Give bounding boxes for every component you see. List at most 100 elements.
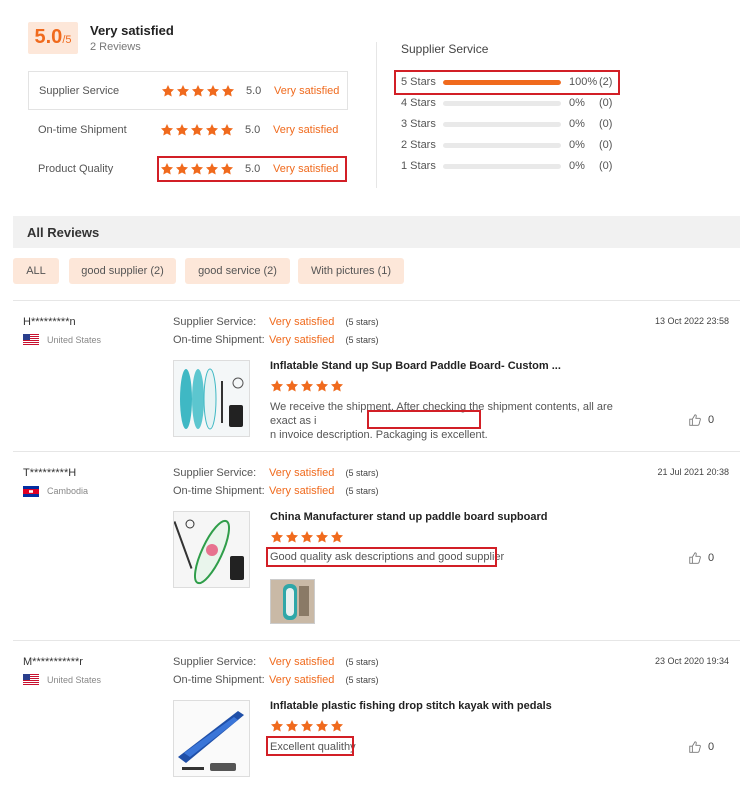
- star-bar-row: 3 Stars 0% (0): [401, 115, 619, 133]
- on-time-shipment-label: On-time Shipment:: [173, 334, 265, 346]
- rating-label: Product Quality: [38, 162, 114, 175]
- star-icon: [175, 162, 189, 176]
- star-icon: [330, 530, 344, 544]
- bar-track: [443, 142, 561, 148]
- filter-tag-label: ALL: [26, 265, 46, 277]
- thumbs-up-icon: [688, 551, 702, 565]
- filter-tag-label: good supplier (2): [81, 265, 164, 277]
- review-text-line: We receive the shipment. After checking …: [270, 401, 613, 427]
- star-icon: [205, 123, 219, 137]
- star-bar-row: 1 Stars 0% (0): [401, 157, 619, 175]
- bar-count: (0): [599, 118, 613, 130]
- bar-percent: 0%: [569, 97, 585, 109]
- satisfaction-text: Very satisfied: [269, 334, 335, 346]
- like-button[interactable]: 0: [688, 740, 714, 754]
- product-title[interactable]: China Manufacturer stand up paddle board…: [270, 511, 547, 523]
- reviewer-name: M***********r: [23, 656, 83, 668]
- star-icon: [190, 123, 204, 137]
- rating-row-product-quality: Product Quality 5.0 Very satisfied: [28, 149, 348, 188]
- star-icon: [330, 719, 344, 733]
- on-time-shipment-label: On-time Shipment:: [173, 674, 265, 686]
- star-icon: [190, 162, 204, 176]
- bar-label: 1 Stars: [401, 160, 436, 172]
- review-count: 2 Reviews: [90, 41, 141, 53]
- overall-score-max: /5: [62, 34, 72, 46]
- star-icon: [191, 84, 205, 98]
- star-count: (5 stars): [345, 468, 379, 478]
- like-count: 0: [708, 741, 715, 753]
- supplier-service-value: Very satisfied (5 stars): [269, 467, 379, 479]
- bar-track: [443, 121, 561, 127]
- bar-label: 5 Stars: [401, 76, 436, 88]
- overall-score-badge: 5.0 /5: [28, 22, 78, 54]
- star-icon: [315, 379, 329, 393]
- overall-satisfaction: Very satisfied: [90, 23, 174, 38]
- reviewer-country: Cambodia: [47, 486, 89, 496]
- star-icon: [300, 719, 314, 733]
- product-thumbnail[interactable]: [173, 360, 250, 437]
- bar-percent: 0%: [569, 160, 585, 172]
- bar-count: (0): [599, 160, 613, 172]
- all-reviews-title: All Reviews: [27, 224, 100, 240]
- rating-text: Very satisfied: [274, 84, 340, 97]
- star-icon: [285, 379, 299, 393]
- star-icon: [206, 84, 220, 98]
- filter-tag-all[interactable]: ALL: [13, 258, 59, 284]
- star-icon: [221, 84, 235, 98]
- bar-track: [443, 163, 561, 169]
- supplier-service-label: Supplier Service:: [173, 656, 257, 668]
- like-button[interactable]: 0: [688, 551, 714, 565]
- star-icon: [300, 379, 314, 393]
- star-icon: [161, 84, 175, 98]
- us-flag-icon: [23, 334, 39, 345]
- review-text-highlight: Packaging is excellent.: [375, 429, 488, 441]
- filter-tag-with-pictures[interactable]: With pictures (1): [298, 258, 404, 284]
- us-flag-icon: [23, 674, 39, 685]
- thumbs-up-icon: [688, 740, 702, 754]
- product-thumbnail[interactable]: [173, 511, 250, 588]
- supplier-service-label: Supplier Service:: [173, 316, 257, 328]
- star-icon: [315, 719, 329, 733]
- star-icon: [270, 379, 284, 393]
- reviewer-name: H*********n: [23, 316, 76, 328]
- bar-percent: 0%: [569, 139, 585, 151]
- bar-fill: [443, 79, 561, 85]
- product-title[interactable]: Inflatable plastic fishing drop stitch k…: [270, 700, 552, 712]
- star-bar-row: 5 Stars 100% (2): [401, 73, 619, 91]
- on-time-shipment-value: Very satisfied (5 stars): [269, 334, 379, 346]
- star-count: (5 stars): [345, 486, 379, 496]
- on-time-shipment-value: Very satisfied (5 stars): [269, 485, 379, 497]
- satisfaction-text: Very satisfied: [269, 656, 335, 668]
- product-thumbnail[interactable]: [173, 700, 250, 777]
- filter-tag-label: good service (2): [198, 265, 277, 277]
- star-bar-row: 4 Stars 0% (0): [401, 94, 619, 112]
- review-photo[interactable]: [270, 579, 315, 624]
- satisfaction-text: Very satisfied: [269, 674, 335, 686]
- product-rating-stars: [270, 530, 344, 544]
- rating-label: On-time Shipment: [38, 123, 127, 136]
- reviewer-country: United States: [47, 335, 102, 345]
- product-rating-stars: [270, 719, 344, 733]
- filter-tag-good-service[interactable]: good service (2): [185, 258, 290, 284]
- star-count: (5 stars): [345, 335, 379, 345]
- like-button[interactable]: 0: [688, 413, 714, 427]
- supplier-service-value: Very satisfied (5 stars): [269, 656, 379, 668]
- star-count: (5 stars): [345, 657, 379, 667]
- star-icon: [270, 719, 284, 733]
- satisfaction-text: Very satisfied: [269, 485, 335, 497]
- rating-stars: [160, 123, 234, 137]
- star-icon: [220, 162, 234, 176]
- overall-score: 5.0: [34, 26, 63, 48]
- supplier-service-label: Supplier Service:: [173, 467, 257, 479]
- rating-text: Very satisfied: [273, 162, 339, 175]
- filter-tag-good-supplier[interactable]: good supplier (2): [69, 258, 176, 284]
- star-icon: [205, 162, 219, 176]
- product-title[interactable]: Inflatable Stand up Sup Board Paddle Boa…: [270, 360, 561, 372]
- divider: [376, 42, 377, 188]
- like-count: 0: [708, 552, 715, 564]
- review-text-line: n invoice description. Packaging is exce…: [270, 428, 642, 442]
- star-icon: [175, 123, 189, 137]
- review-text: Good quality ask descriptions and good s…: [270, 551, 505, 563]
- supplier-service-title: Supplier Service: [401, 42, 489, 56]
- bar-track: [443, 100, 561, 106]
